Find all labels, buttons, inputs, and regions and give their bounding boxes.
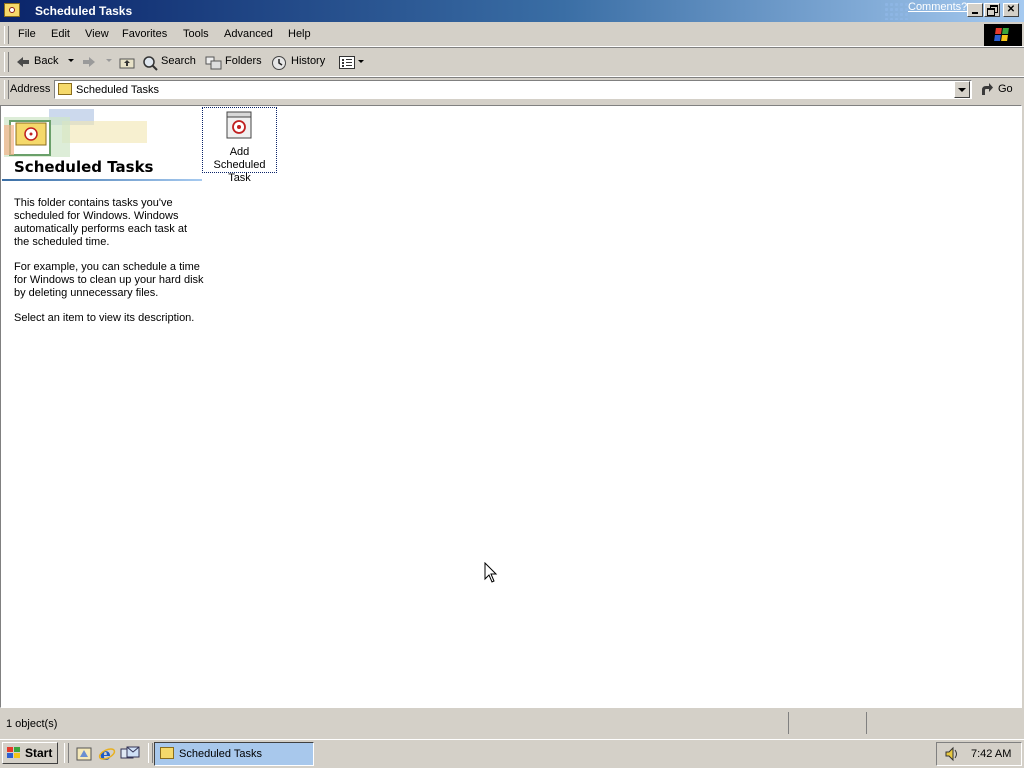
comments-link[interactable]: Comments? bbox=[908, 1, 967, 13]
back-dropdown-icon[interactable] bbox=[68, 59, 74, 62]
close-button[interactable]: ✕ bbox=[1003, 3, 1019, 17]
menu-help[interactable]: Help bbox=[288, 28, 311, 40]
menu-tools[interactable]: Tools bbox=[183, 28, 209, 40]
window-title: Scheduled Tasks bbox=[35, 4, 133, 18]
system-tray: 7:42 AM bbox=[936, 742, 1022, 766]
views-icon bbox=[339, 56, 355, 69]
address-label: Address bbox=[10, 83, 51, 95]
up-folder-icon bbox=[119, 58, 135, 69]
folders-label: Folders bbox=[225, 55, 262, 67]
history-clock-icon bbox=[272, 56, 286, 70]
views-button[interactable] bbox=[338, 54, 364, 72]
mouse-pointer-icon bbox=[484, 562, 498, 583]
toolbar-grip[interactable] bbox=[4, 52, 9, 72]
add-scheduled-task-label: Add Scheduled Task bbox=[213, 146, 266, 184]
quicklaunch-grip[interactable] bbox=[64, 743, 69, 763]
volume-icon[interactable] bbox=[943, 745, 961, 763]
folders-icon bbox=[205, 56, 222, 70]
minimize-icon bbox=[972, 12, 978, 14]
decorative-dots bbox=[884, 2, 908, 20]
status-panel bbox=[788, 712, 866, 734]
menu-advanced[interactable]: Advanced bbox=[224, 28, 273, 40]
folder-heading: Scheduled Tasks bbox=[14, 158, 154, 176]
restore-button[interactable] bbox=[984, 3, 1000, 17]
history-button[interactable]: History bbox=[270, 54, 328, 72]
folder-icon bbox=[160, 747, 174, 759]
back-button[interactable]: Back bbox=[14, 54, 78, 72]
address-grip[interactable] bbox=[4, 80, 9, 99]
menu-view[interactable]: View bbox=[85, 28, 109, 40]
address-dropdown-button[interactable] bbox=[954, 81, 970, 98]
forward-button[interactable] bbox=[80, 54, 114, 72]
address-value: Scheduled Tasks bbox=[76, 84, 159, 96]
close-icon: ✕ bbox=[1006, 4, 1016, 15]
taskbar-scheduled-tasks-button[interactable]: Scheduled Tasks bbox=[154, 742, 314, 766]
internet-explorer-icon[interactable]: e bbox=[98, 745, 116, 763]
start-label: Start bbox=[25, 746, 53, 760]
select-hint: Select an item to view its description. bbox=[14, 312, 195, 324]
menu-edit[interactable]: Edit bbox=[51, 28, 70, 40]
forward-dropdown-icon[interactable] bbox=[106, 59, 112, 62]
heading-divider bbox=[2, 179, 202, 181]
scheduled-tasks-banner-icon bbox=[4, 109, 147, 157]
svg-text:e: e bbox=[100, 745, 111, 763]
status-zone-panel bbox=[866, 712, 1022, 734]
forward-arrow-icon bbox=[83, 57, 95, 67]
windows-flag-icon bbox=[7, 747, 21, 759]
search-icon bbox=[143, 56, 158, 71]
folder-view[interactable] bbox=[0, 105, 1022, 708]
go-label: Go bbox=[998, 83, 1013, 95]
search-button[interactable]: Search bbox=[140, 54, 198, 72]
back-arrow-icon bbox=[17, 57, 29, 67]
show-desktop-icon[interactable] bbox=[75, 745, 93, 763]
windows-logo-icon bbox=[984, 24, 1022, 46]
start-button[interactable]: Start bbox=[2, 742, 58, 764]
example-paragraph: For example, you can schedule a time for… bbox=[14, 261, 204, 299]
add-scheduled-task-icon bbox=[226, 111, 252, 139]
outlook-express-icon[interactable] bbox=[120, 745, 140, 763]
folders-button[interactable]: Folders bbox=[204, 54, 264, 72]
clock[interactable]: 7:42 AM bbox=[971, 748, 1011, 760]
menu-grip[interactable] bbox=[4, 26, 9, 44]
search-label: Search bbox=[161, 55, 196, 67]
address-input[interactable]: Scheduled Tasks bbox=[54, 80, 972, 99]
status-text: 1 object(s) bbox=[6, 718, 58, 730]
folder-icon bbox=[58, 83, 72, 95]
menu-favorites[interactable]: Favorites bbox=[122, 28, 167, 40]
go-arrow-icon bbox=[982, 83, 993, 95]
taskbar-grip[interactable] bbox=[148, 743, 153, 763]
up-folder-button[interactable] bbox=[118, 54, 136, 72]
title-bar[interactable] bbox=[0, 0, 1024, 22]
scheduled-tasks-folder-icon[interactable] bbox=[4, 3, 20, 17]
minimize-button[interactable] bbox=[967, 3, 983, 17]
go-button[interactable]: Go bbox=[978, 81, 1018, 99]
views-dropdown-icon[interactable] bbox=[358, 60, 364, 63]
taskbar-window-label: Scheduled Tasks bbox=[179, 748, 262, 760]
back-label: Back bbox=[34, 55, 59, 67]
menu-file[interactable]: File bbox=[18, 28, 36, 40]
history-label: History bbox=[291, 55, 326, 67]
description-paragraph: This folder contains tasks you've schedu… bbox=[14, 197, 188, 248]
